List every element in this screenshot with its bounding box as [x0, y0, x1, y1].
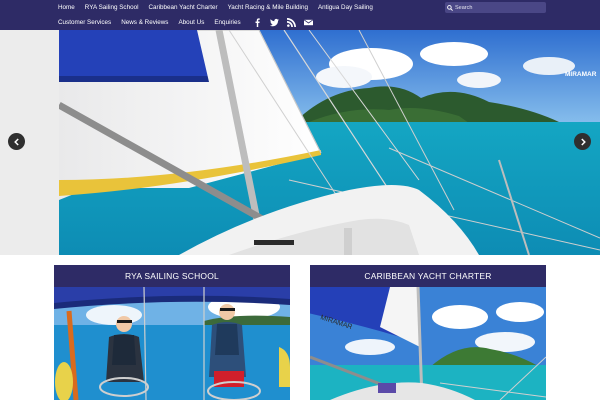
twitter-icon[interactable]	[269, 18, 279, 27]
nav-enquiries[interactable]: Enquiries	[214, 15, 240, 30]
card-rya-sailing-school[interactable]: RYA SAILING SCHOOL	[54, 265, 290, 400]
rss-icon[interactable]	[286, 18, 296, 27]
slider-next-button[interactable]	[574, 133, 591, 150]
nav-antigua-day-sailing[interactable]: Antigua Day Sailing	[318, 0, 373, 15]
slider-prev-button[interactable]	[8, 133, 25, 150]
nav-home[interactable]: Home	[58, 0, 75, 15]
nav-rya-sailing-school[interactable]: RYA Sailing School	[85, 0, 139, 15]
search-box	[445, 2, 546, 13]
nav-caribbean-yacht-charter[interactable]: Caribbean Yacht Charter	[148, 0, 217, 15]
nav-row-primary: Home RYA Sailing School Caribbean Yacht …	[58, 0, 383, 15]
nav-about-us[interactable]: About Us	[178, 15, 204, 30]
hero-image: MIRAMAR	[59, 30, 600, 255]
email-icon[interactable]	[303, 18, 313, 27]
top-navigation: Home RYA Sailing School Caribbean Yacht …	[0, 0, 600, 30]
chevron-left-icon	[13, 137, 19, 146]
card-caribbean-yacht-charter[interactable]: CARIBBEAN YACHT CHARTER MIRAMAR	[310, 265, 546, 400]
nav-news-reviews[interactable]: News & Reviews	[121, 15, 168, 30]
social-links	[253, 18, 321, 27]
nav-row-secondary: Customer Services News & Reviews About U…	[58, 15, 321, 30]
hero-watermark: MIRAMAR	[565, 71, 597, 78]
facebook-icon[interactable]	[253, 18, 262, 27]
card-image: MIRAMAR	[310, 287, 546, 400]
card-image	[54, 287, 290, 400]
search-icon[interactable]	[445, 2, 455, 13]
card-title[interactable]: RYA SAILING SCHOOL	[54, 265, 290, 287]
nav-yacht-racing[interactable]: Yacht Racing & Mile Building	[228, 0, 308, 15]
card-title[interactable]: CARIBBEAN YACHT CHARTER	[310, 265, 546, 287]
nav-customer-services[interactable]: Customer Services	[58, 15, 111, 30]
chevron-right-icon	[580, 137, 586, 146]
search-input[interactable]	[455, 2, 543, 13]
